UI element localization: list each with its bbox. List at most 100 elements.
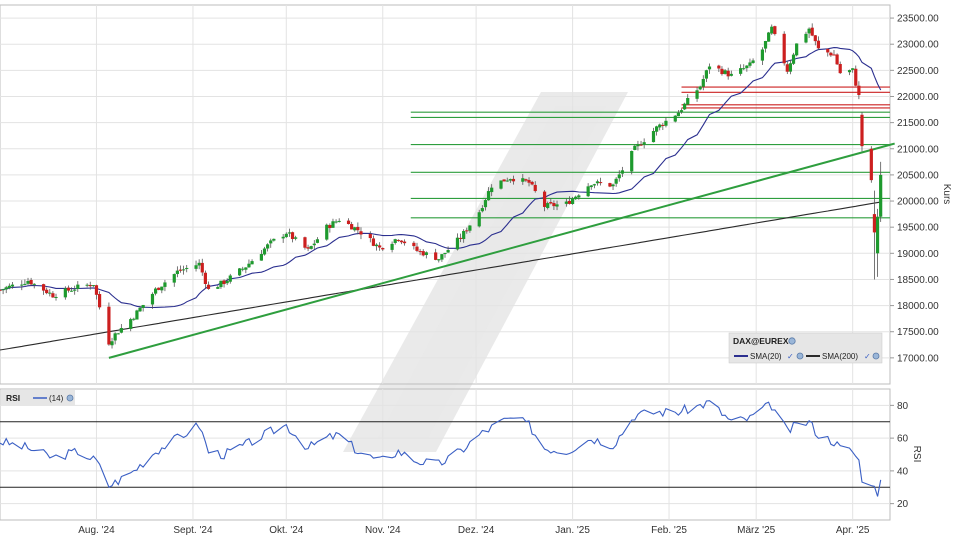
candle-up: [10, 284, 15, 287]
candle-down: [782, 33, 786, 64]
chart-stage: 17000.00 17500.00 18000.00 18500.00 19000.00…: [0, 0, 960, 540]
candle-up: [315, 239, 320, 243]
candle-up: [486, 191, 491, 201]
candle-up: [508, 179, 512, 181]
candle-down: [303, 237, 307, 248]
candle-up: [546, 203, 550, 209]
candle-up: [182, 269, 186, 271]
candle-down: [785, 64, 789, 72]
legend-sma200-gear-icon[interactable]: [872, 352, 880, 360]
candle-up: [676, 112, 680, 117]
date-x-axis: Aug. '24 Sept. '24 Okt. '24 Nov. '24 Dez. '2…: [78, 525, 870, 536]
legend-title-gear-icon[interactable]: [788, 337, 796, 345]
candle-down: [94, 285, 99, 295]
candle-up: [7, 285, 11, 289]
candle-down: [816, 40, 821, 49]
candle-down: [608, 183, 612, 187]
x-tick-label: Apr. '25: [836, 525, 870, 536]
candle-up: [216, 287, 220, 289]
candle-down: [872, 214, 877, 233]
candle-down: [381, 248, 385, 250]
candle-up: [592, 184, 596, 186]
candle-up: [770, 26, 774, 34]
legend-sma20-check-icon[interactable]: ✓: [787, 352, 794, 361]
candle-up: [393, 239, 397, 243]
legend-sma200-check-icon[interactable]: ✓: [864, 352, 871, 361]
candle-up: [704, 70, 708, 79]
candle-down: [378, 245, 382, 248]
legend-sma20-gear-icon[interactable]: [796, 352, 804, 360]
legend-title: DAX@EUREX: [733, 336, 789, 346]
candle-down: [720, 68, 724, 75]
candle-up: [807, 28, 811, 34]
candle-up: [175, 270, 179, 275]
candle-up: [490, 187, 494, 193]
candle-up: [695, 90, 699, 99]
candle-up: [564, 201, 568, 204]
dax-chart-svg: 17000.00 17500.00 18000.00 18500.00 19000.00…: [0, 4, 952, 536]
candle-down: [222, 280, 226, 285]
rsi-tick-label: 40: [897, 466, 909, 477]
candle-down: [306, 247, 310, 249]
candle-up: [742, 68, 746, 70]
candle-up: [119, 328, 123, 333]
candle-down: [639, 144, 643, 146]
candle-down: [356, 226, 360, 231]
candle-up: [73, 289, 77, 291]
x-tick-label: Sept. '24: [173, 525, 213, 536]
candle-up: [269, 240, 273, 244]
candle-up: [26, 281, 30, 284]
rsi-tick-label: 20: [897, 499, 909, 510]
candle-up: [879, 174, 883, 217]
candle-up: [309, 246, 313, 249]
rsi-axis-label: RSI: [911, 446, 922, 463]
candle-up: [664, 120, 668, 126]
candle-up: [110, 341, 114, 346]
candle-up: [633, 145, 637, 150]
candle-down: [835, 54, 839, 65]
candle-down: [421, 251, 425, 256]
candle-up: [85, 284, 89, 286]
price-tick-label: 20000.00: [897, 197, 939, 208]
candle-down: [0, 289, 2, 291]
x-tick-label: Dez. '24: [458, 525, 495, 536]
candle-down: [598, 182, 603, 184]
candle-up: [570, 198, 575, 205]
x-tick-label: Feb. '25: [651, 525, 687, 536]
candle-up: [91, 285, 95, 287]
candle-down: [530, 181, 534, 185]
candle-up: [23, 283, 27, 285]
candle-down: [860, 114, 864, 147]
candle-up: [468, 225, 472, 231]
candle-up: [54, 296, 58, 298]
candle-up: [48, 292, 52, 294]
candle-down: [107, 306, 111, 345]
candle-up: [462, 230, 466, 240]
candle-up: [651, 131, 656, 143]
candle-up: [331, 221, 335, 228]
candle-down: [359, 231, 363, 235]
candle-up: [129, 319, 133, 329]
candle-up: [138, 307, 142, 312]
candle-up: [729, 73, 733, 76]
candle-down: [412, 242, 416, 247]
candle-up: [1, 289, 5, 291]
candle-down: [567, 200, 572, 204]
candle-down: [29, 279, 33, 285]
candle-up: [483, 200, 488, 208]
x-tick-label: Aug. '24: [78, 525, 115, 536]
candle-down: [399, 240, 404, 243]
price-tick-label: 21500.00: [897, 118, 939, 129]
candle-up: [760, 49, 765, 61]
candle-down: [434, 252, 438, 260]
legend-sma200-label: SMA(200): [822, 352, 858, 361]
price-tick-label: 18500.00: [897, 275, 939, 286]
price-tick-label: 17500.00: [897, 327, 939, 338]
candle-down: [396, 239, 400, 241]
legend-sma20-label: SMA(20): [750, 352, 782, 361]
rsi-period-label: (14): [49, 394, 64, 403]
rsi-gear-icon[interactable]: [66, 394, 74, 402]
candle-up: [683, 103, 687, 110]
x-tick-label: Okt. '24: [269, 525, 304, 536]
candle-down: [838, 64, 842, 74]
